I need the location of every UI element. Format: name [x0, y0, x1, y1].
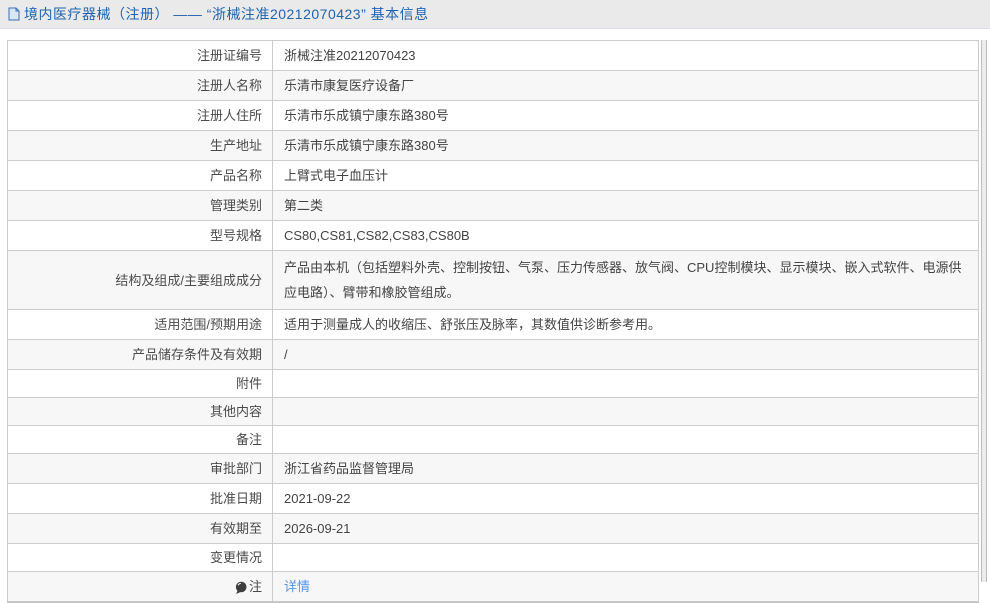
row-label-text: 型号规格 [210, 226, 262, 245]
row-label-text: 批准日期 [210, 489, 262, 508]
row-value: 乐清市康复医疗设备厂 [273, 71, 978, 100]
table-row: 有效期至 2026-09-21 [8, 514, 978, 544]
table-row: 型号规格 CS80,CS81,CS82,CS83,CS80B [8, 221, 978, 251]
row-label-text: 结构及组成/主要组成成分 [115, 271, 262, 290]
row-label: 管理类别 [8, 191, 273, 220]
table-row: 管理类别 第二类 [8, 191, 978, 221]
row-value: 2026-09-21 [273, 514, 978, 543]
row-value: / [273, 340, 978, 369]
row-label: 审批部门 [8, 454, 273, 483]
row-label-text: 变更情况 [210, 548, 262, 567]
row-label-text: 其他内容 [210, 402, 262, 421]
table-row: 产品储存条件及有效期 / [8, 340, 978, 370]
row-value: 第二类 [273, 191, 978, 220]
table-row: 附件 [8, 370, 978, 398]
row-label-text: 注册人名称 [197, 76, 262, 95]
row-value [273, 380, 978, 388]
header-bar: 境内医疗器械（注册） —— “浙械注准20212070423” 基本信息 [0, 0, 990, 29]
row-label-text: 审批部门 [210, 459, 262, 478]
row-label: 注 [8, 572, 273, 601]
row-label: 其他内容 [8, 398, 273, 425]
row-label-text: 附件 [236, 374, 262, 393]
row-label-text: 生产地址 [210, 136, 262, 155]
row-label: 产品储存条件及有效期 [8, 340, 273, 369]
row-value [273, 408, 978, 416]
row-label-text: 适用范围/预期用途 [154, 315, 262, 334]
row-value: 2021-09-22 [273, 484, 978, 513]
table-row: 产品名称 上臂式电子血压计 [8, 161, 978, 191]
row-value: 产品由本机（包括塑料外壳、控制按钮、气泵、压力传感器、放气阀、CPU控制模块、显… [273, 251, 978, 309]
row-label: 注册证编号 [8, 41, 273, 70]
row-label-text: 注 [249, 577, 262, 596]
row-label: 变更情况 [8, 544, 273, 571]
row-value: 乐清市乐成镇宁康东路380号 [273, 131, 978, 160]
row-value [273, 436, 978, 444]
table-row: 其他内容 [8, 398, 978, 426]
row-value: CS80,CS81,CS82,CS83,CS80B [273, 221, 978, 250]
row-label: 适用范围/预期用途 [8, 310, 273, 339]
row-value: 详情 [273, 572, 978, 601]
row-label: 型号规格 [8, 221, 273, 250]
table-row: 备注 [8, 426, 978, 454]
row-label: 生产地址 [8, 131, 273, 160]
row-value: 适用于测量成人的收缩压、舒张压及脉率，其数值供诊断参考用。 [273, 310, 978, 339]
table-row: 注册证编号 浙械注准20212070423 [8, 41, 978, 71]
row-label: 有效期至 [8, 514, 273, 543]
page-title: 境内医疗器械（注册） —— “浙械注准20212070423” 基本信息 [24, 4, 429, 24]
vertical-scrollbar[interactable] [981, 40, 987, 582]
table-row: 生产地址 乐清市乐成镇宁康东路380号 [8, 131, 978, 161]
details-link[interactable]: 详情 [284, 579, 310, 594]
row-label: 附件 [8, 370, 273, 397]
table-row: 适用范围/预期用途 适用于测量成人的收缩压、舒张压及脉率，其数值供诊断参考用。 [8, 310, 978, 340]
row-label-text: 注册证编号 [197, 46, 262, 65]
table-row: 注册人住所 乐清市乐成镇宁康东路380号 [8, 101, 978, 131]
table-row: 注册人名称 乐清市康复医疗设备厂 [8, 71, 978, 101]
row-value: 浙江省药品监督管理局 [273, 454, 978, 483]
table-row: 审批部门 浙江省药品监督管理局 [8, 454, 978, 484]
bulb-icon [235, 581, 247, 595]
row-label-text: 产品名称 [210, 166, 262, 185]
table-row: 注 详情 [8, 572, 978, 601]
row-label-text: 备注 [236, 430, 262, 449]
row-value [273, 554, 978, 562]
table-row: 变更情况 [8, 544, 978, 572]
row-label-text: 注册人住所 [197, 106, 262, 125]
row-label: 注册人住所 [8, 101, 273, 130]
row-label: 结构及组成/主要组成成分 [8, 251, 273, 309]
row-label: 产品名称 [8, 161, 273, 190]
document-icon [8, 7, 20, 21]
row-label: 批准日期 [8, 484, 273, 513]
row-label-text: 管理类别 [210, 196, 262, 215]
registration-info-table: 注册证编号 浙械注准20212070423 注册人名称 乐清市康复医疗设备厂 注… [7, 40, 979, 603]
row-value: 乐清市乐成镇宁康东路380号 [273, 101, 978, 130]
table-row: 结构及组成/主要组成成分 产品由本机（包括塑料外壳、控制按钮、气泵、压力传感器、… [8, 251, 978, 310]
row-label-text: 有效期至 [210, 519, 262, 538]
row-label: 注册人名称 [8, 71, 273, 100]
table-row: 批准日期 2021-09-22 [8, 484, 978, 514]
row-label-text: 产品储存条件及有效期 [132, 345, 262, 364]
row-value: 上臂式电子血压计 [273, 161, 978, 190]
row-value: 浙械注准20212070423 [273, 41, 978, 70]
row-label: 备注 [8, 426, 273, 453]
